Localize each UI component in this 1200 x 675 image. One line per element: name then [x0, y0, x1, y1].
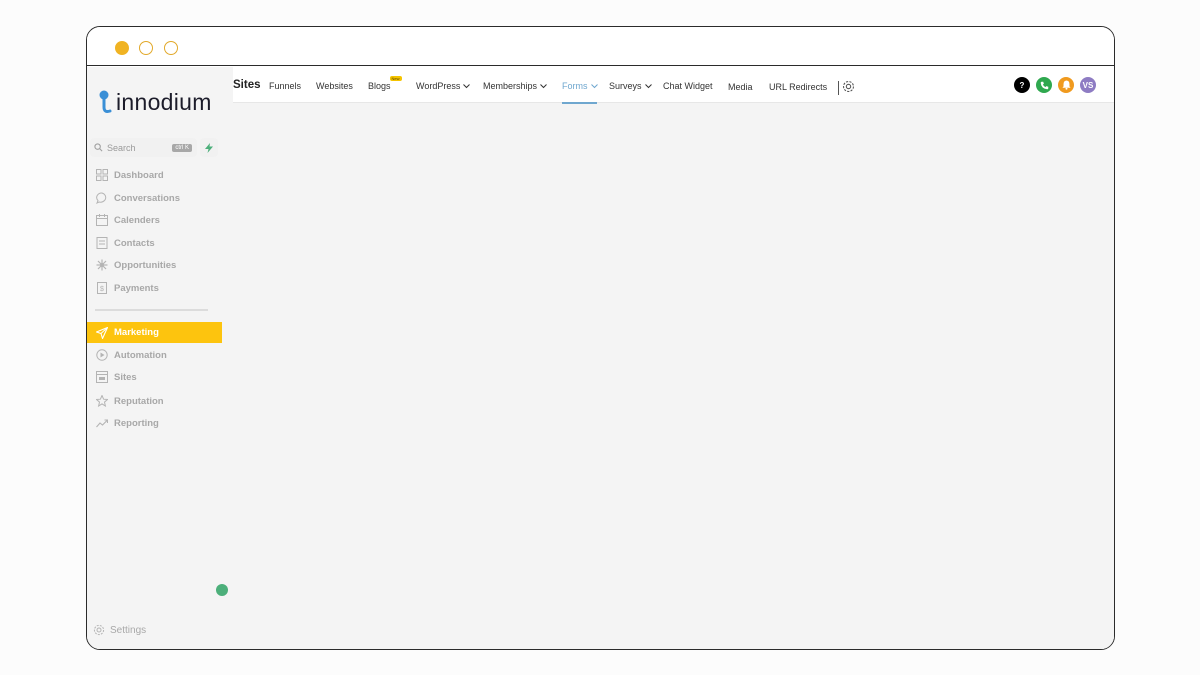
sidebar-item-marketing[interactable]: Marketing	[87, 322, 222, 343]
sidebar-item-label: Sites	[114, 371, 137, 383]
sidebar-item-sites[interactable]: Sites	[87, 367, 222, 387]
sidebar-item-label: Reporting	[114, 417, 159, 429]
chevron-down-icon	[644, 83, 652, 88]
tab-media[interactable]: Media	[728, 82, 753, 92]
bolt-icon	[205, 142, 213, 153]
sidebar: innodium Search ctrl K Dashboard Convers…	[87, 67, 222, 649]
window-control-minimize[interactable]	[139, 41, 153, 55]
gear-icon	[842, 80, 855, 93]
brand-logo[interactable]: innodium	[97, 87, 212, 117]
notifications-button[interactable]	[1058, 77, 1074, 93]
tab-surveys[interactable]: Surveys	[609, 81, 652, 91]
phone-icon	[1040, 81, 1048, 89]
sidebar-item-dashboard[interactable]: Dashboard	[87, 165, 222, 185]
online-status-indicator	[216, 584, 228, 596]
settings-label: Settings	[110, 624, 147, 636]
window-control-maximize[interactable]	[164, 41, 178, 55]
trend-icon	[95, 417, 108, 430]
help-icon: ?	[1019, 80, 1025, 90]
settings-button[interactable]: Settings	[93, 624, 146, 636]
star-icon	[95, 395, 108, 408]
nav-separator	[838, 81, 839, 95]
tab-funnels[interactable]: Funnels	[269, 81, 301, 91]
search-icon	[94, 143, 103, 152]
tab-label: Forms	[562, 81, 588, 91]
app-window: innodium Search ctrl K Dashboard Convers…	[86, 26, 1115, 650]
search-shortcut: ctrl K	[172, 143, 192, 152]
sidebar-item-label: Marketing	[114, 327, 159, 338]
payments-icon: $	[95, 282, 108, 295]
tab-label: URL Redirects	[769, 82, 828, 92]
gear-icon	[93, 624, 105, 636]
tab-blogs[interactable]: Blogs New	[368, 76, 402, 91]
brand-name: innodium	[116, 88, 212, 115]
tab-memberships[interactable]: Memberships	[483, 81, 547, 91]
contacts-icon	[95, 237, 108, 250]
chevron-down-icon	[463, 83, 471, 88]
svg-text:$: $	[100, 286, 104, 293]
sidebar-item-label: Contacts	[114, 237, 155, 249]
tab-label: Memberships	[483, 81, 538, 91]
new-badge: New	[389, 76, 402, 81]
dashboard-icon	[95, 169, 108, 182]
sidebar-item-label: Payments	[114, 282, 159, 294]
help-button[interactable]: ?	[1014, 77, 1030, 93]
window-titlebar	[87, 27, 1114, 66]
sidebar-item-payments[interactable]: $ Payments	[87, 278, 222, 298]
sidebar-item-label: Opportunities	[114, 259, 177, 271]
opportunities-icon	[95, 259, 108, 272]
tab-label: Surveys	[609, 81, 642, 91]
sidebar-item-label: Conversations	[114, 192, 180, 204]
sidebar-item-reputation[interactable]: Reputation	[87, 391, 222, 411]
sidebar-item-label: Calenders	[114, 214, 160, 226]
main-content-area	[233, 104, 1114, 649]
tab-label: Chat Widget	[663, 81, 713, 91]
quick-action-button[interactable]	[200, 138, 218, 157]
tab-label: WordPress	[416, 81, 461, 91]
avatar[interactable]: VS	[1080, 77, 1096, 93]
tab-label: Media	[728, 82, 753, 92]
search-input[interactable]: Search ctrl K	[90, 138, 197, 157]
sidebar-item-label: Dashboard	[114, 169, 164, 181]
sites-icon	[95, 371, 108, 384]
sidebar-item-automation[interactable]: Automation	[87, 345, 222, 365]
tab-label: Funnels	[269, 81, 302, 91]
automation-icon	[95, 349, 108, 362]
window-control-close[interactable]	[115, 41, 129, 55]
calendar-icon	[95, 214, 108, 227]
tab-wordpress[interactable]: WordPress	[416, 81, 471, 91]
send-icon	[95, 326, 108, 339]
phone-button[interactable]	[1036, 77, 1052, 93]
sidebar-item-calenders[interactable]: Calenders	[87, 210, 222, 230]
sidebar-item-reporting[interactable]: Reporting	[87, 413, 222, 433]
search-placeholder: Search	[107, 142, 136, 153]
sidebar-item-label: Automation	[114, 349, 167, 361]
tab-chat-widget[interactable]: Chat Widget	[663, 81, 713, 91]
tab-label: Websites	[316, 81, 353, 91]
logo-mark-icon	[99, 90, 112, 113]
avatar-initials: VS	[1082, 80, 1094, 90]
tab-websites[interactable]: Websites	[316, 81, 353, 91]
bell-icon	[1061, 80, 1071, 90]
sidebar-item-contacts[interactable]: Contacts	[87, 233, 222, 253]
sidebar-divider	[95, 309, 208, 311]
chevron-down-icon	[590, 83, 598, 88]
chevron-down-icon	[540, 83, 547, 88]
page-title: Sites	[233, 79, 261, 91]
tab-forms[interactable]: Forms	[562, 81, 598, 91]
sidebar-item-conversations[interactable]: Conversations	[87, 188, 222, 208]
sidebar-item-label: Reputation	[114, 395, 164, 407]
site-settings-button[interactable]	[842, 80, 855, 98]
top-navigation: Sites Funnels Websites Blogs New WordPre…	[233, 67, 1114, 104]
chat-icon	[95, 192, 108, 205]
tab-label: Blogs	[368, 81, 391, 91]
sidebar-item-opportunities[interactable]: Opportunities	[87, 255, 222, 275]
tab-url-redirects[interactable]: URL Redirects	[769, 82, 827, 92]
